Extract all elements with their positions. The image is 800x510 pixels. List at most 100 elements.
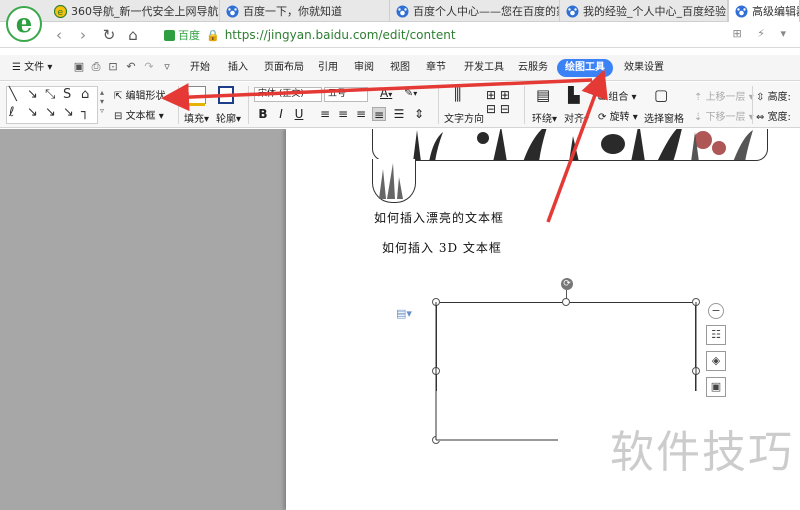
fill-button[interactable]: 填充▾ [184,110,209,125]
tab-label: 高级编辑器_百 [752,5,799,18]
redo-icon[interactable]: ↷ [142,60,156,74]
baidu-badge: 百度 [164,27,200,43]
text-tools-icon[interactable]: ⊞ ⊞ ⊟ ⊟ [486,88,510,116]
align-right-button[interactable]: ≡ [354,107,368,121]
distribute-button[interactable]: ☰ [392,107,406,121]
font-color-icon[interactable]: A▾ [380,86,392,100]
outline-icon[interactable] [218,86,234,104]
file-menu[interactable]: ☰ 文件 ▾ [12,59,52,77]
undo-icon[interactable]: ↶ [124,60,138,74]
reload-icon[interactable]: ↻ [100,26,118,44]
grid-icon[interactable]: ⊞ ⚡ ▾ [733,27,792,40]
line-shape-icon[interactable]: ╲ [9,87,17,102]
edit-shape-button[interactable]: ⇱ 编辑形状 ▾ [114,87,174,102]
baidu-paw-icon [226,5,239,18]
home-icon[interactable]: ⌂ [124,26,142,44]
menu-review[interactable]: 审阅 [354,59,374,77]
lock-icon: 🔒 [206,28,220,42]
width-label: ⇔ 宽度: [756,112,791,123]
save-icon[interactable]: ▣ [72,60,86,74]
tab-my-experience[interactable]: 我的经验_个人中心_百度经验 [560,0,728,22]
line-spacing-button[interactable]: ⇕ [412,107,426,121]
elbow-shape-icon[interactable]: ↘ [45,105,56,120]
divider [752,86,753,124]
drawing-tools-ribbon: ╲ ↘ ⤡ S ⌂ ℓ ↘ ↘ ↘ ┐ ▴ ▾ ▿ ⇱ 编辑形状 ▾ ⊟ 文本框 ▾… [0,82,800,128]
shape-gallery[interactable]: ╲ ↘ ⤡ S ⌂ ℓ ↘ ↘ ↘ ┐ [6,86,98,124]
menu-start[interactable]: 开始 [190,59,210,77]
tab-label: 360导航_新一代安全上网导航 [71,5,219,18]
shield-icon [164,29,175,41]
menu-dev-tools[interactable]: 开发工具 [464,59,504,77]
url-text: https://jingyan.baidu.com/edit/content [224,28,456,42]
align-center-button[interactable]: ≡ [336,107,350,121]
tab-label: 我的经验_个人中心_百度经验 [583,5,726,18]
fill-icon[interactable] [186,86,206,106]
scribble-shape-icon[interactable]: ℓ [9,105,14,120]
gallery-scroll[interactable]: ▴ ▾ ▿ [100,88,104,115]
elbow-arrow-shape-icon[interactable]: ↘ [63,105,74,120]
text-direction-icon[interactable]: ⫼ [454,85,461,105]
tab-advanced-editor[interactable]: 高级编辑器_百 [728,0,800,22]
justify-button[interactable]: ≡ [372,107,386,122]
url-field[interactable]: 百度 🔒 https://jingyan.baidu.com/edit/cont… [164,25,724,45]
bent-connector-icon[interactable]: ┐ [81,105,89,120]
baidu-paw-icon [566,5,579,18]
arrow-shape-icon[interactable]: ↘ [27,87,38,102]
group-button[interactable]: ⧉ 组合 ▾ [598,88,637,103]
outline-button[interactable]: 轮廓▾ [216,110,241,125]
menu-section[interactable]: 章节 [426,59,446,77]
divider [438,86,439,124]
align-icon[interactable]: ▙ [568,86,580,104]
menu-view[interactable]: 视图 [390,59,410,77]
underline-button[interactable]: U [292,107,306,121]
rotate-button[interactable]: ⟳ 旋转 ▾ [598,108,638,123]
tab-label: 百度个人中心——您在百度的家 [413,5,560,18]
baidu-paw-icon [396,5,409,18]
360-icon: e [54,4,67,18]
customize-icon[interactable]: ▿ [160,60,174,74]
tab-baidu-search[interactable]: 百度一下，你就知道 [220,0,390,22]
print-icon[interactable]: ⎙ [89,60,103,74]
text-box-button[interactable]: ⊟ 文本框 ▾ [114,107,164,122]
divider [524,86,525,124]
collapse-icon[interactable]: − [708,303,724,319]
svg-text:e: e [58,8,64,18]
browser-logo[interactable]: e [6,6,42,42]
tab-baidu-center[interactable]: 百度个人中心——您在百度的家 [390,0,560,22]
wrap-icon[interactable]: ▤ [536,86,550,104]
bold-button[interactable]: B [256,107,270,121]
font-size-select[interactable]: 五号 [324,87,368,102]
text-direction-button[interactable]: 文字方向 [444,110,484,125]
address-bar: ‹ › ↻ ⌂ 百度 🔒 https://jingyan.baidu.com/e… [0,22,800,48]
menu-insert[interactable]: 插入 [228,59,248,77]
selection-pane-icon[interactable]: ▢ [654,86,668,104]
send-backward-button[interactable]: ⇣ 下移一层 ▾ [694,108,754,123]
align-left-button[interactable]: ≡ [318,107,332,121]
highlight-icon[interactable]: ✎▾ [404,86,417,99]
layout-options-icon[interactable]: ☷ [706,325,726,345]
connector-shape-icon[interactable]: ↘ [27,105,38,120]
bring-forward-button[interactable]: ⇡ 上移一层 ▾ [694,88,754,103]
double-arrow-shape-icon[interactable]: ⤡ [45,87,55,102]
freeform-shape-icon[interactable]: ⌂ [81,87,89,102]
font-family-select[interactable]: 宋体 (正文) [254,87,322,102]
preview-icon[interactable]: ⊡ [106,60,120,74]
selection-pane-button[interactable]: 选择窗格 [644,110,684,125]
outline-style-icon[interactable]: ▣ [706,377,726,397]
watermark: 软件技巧 [610,427,794,478]
forward-icon[interactable]: › [74,26,92,44]
browser-tab-bar: e 360导航_新一代安全上网导航 百度一下，你就知道 百度个人中心——您在百度… [0,0,800,22]
divider [178,86,179,124]
menu-effects[interactable]: 效果设置 [624,59,664,77]
align-button[interactable]: 对齐▾ [564,110,589,125]
fill-style-icon[interactable]: ◈ [706,351,726,371]
menu-page-layout[interactable]: 页面布局 [264,59,304,77]
wrap-button[interactable]: 环绕▾ [532,110,557,125]
menu-cloud[interactable]: 云服务 [518,59,548,77]
curve-shape-icon[interactable]: S [63,87,71,102]
menu-drawing-tools[interactable]: 绘图工具 [557,59,613,77]
tab-360-nav[interactable]: e 360导航_新一代安全上网导航 [48,0,220,22]
back-icon[interactable]: ‹ [50,26,68,44]
italic-button[interactable]: I [274,107,288,121]
menu-references[interactable]: 引用 [318,59,338,77]
